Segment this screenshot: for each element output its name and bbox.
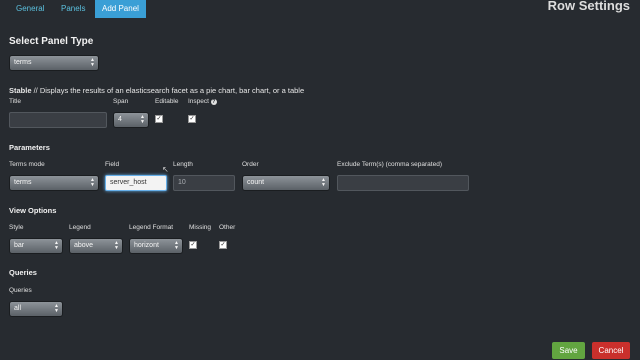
other-label: Other bbox=[219, 224, 236, 231]
order-label: Order bbox=[242, 161, 259, 168]
select-arrows-icon: ▲ ▼ bbox=[114, 240, 119, 251]
length-input[interactable]: 10 bbox=[173, 175, 235, 191]
length-label: Length bbox=[173, 161, 193, 168]
legend-label: Legend bbox=[69, 224, 91, 231]
field-input[interactable]: server_host bbox=[105, 175, 167, 191]
missing-label: Missing bbox=[189, 224, 212, 231]
missing-checkbox[interactable]: ✓ bbox=[189, 241, 197, 249]
cancel-button[interactable]: Cancel bbox=[592, 342, 630, 359]
stable-badge: Stable bbox=[9, 86, 32, 95]
legend-select[interactable]: above ▲ ▼ bbox=[69, 238, 123, 254]
exclude-terms-input[interactable] bbox=[337, 175, 469, 191]
tab-panels[interactable]: Panels bbox=[54, 0, 92, 18]
other-checkbox[interactable]: ✓ bbox=[219, 241, 227, 249]
select-arrows-icon: ▲ ▼ bbox=[90, 57, 95, 68]
queries-value: all bbox=[14, 305, 22, 312]
title-input[interactable] bbox=[9, 112, 107, 128]
editable-checkbox[interactable]: ✓ bbox=[155, 115, 163, 123]
queries-select[interactable]: all ▲ ▼ bbox=[9, 301, 63, 317]
question-circle-icon[interactable]: ? bbox=[210, 99, 217, 105]
style-label: Style bbox=[9, 224, 24, 231]
inspect-label-group: Inspect ? bbox=[188, 98, 217, 105]
title-label: Title bbox=[9, 98, 22, 105]
select-arrows-icon: ▲ ▼ bbox=[54, 303, 59, 314]
parameters-heading: Parameters bbox=[9, 143, 50, 152]
queries-label: Queries bbox=[9, 287, 32, 294]
editable-label: Editable bbox=[155, 98, 179, 105]
terms-mode-value: terms bbox=[14, 179, 32, 186]
panel-description: Stable // Displays the results of an ela… bbox=[9, 86, 304, 95]
mouse-cursor-icon: ↖ bbox=[162, 165, 169, 174]
terms-mode-select[interactable]: terms ▲ ▼ bbox=[9, 175, 99, 191]
select-panel-type-heading: Select Panel Type bbox=[9, 36, 94, 47]
order-value: count bbox=[247, 179, 265, 186]
inspect-label: Inspect bbox=[188, 98, 209, 105]
view-options-heading: View Options bbox=[9, 206, 57, 215]
panel-type-select[interactable]: terms ▲ ▼ bbox=[9, 55, 99, 71]
select-arrows-icon: ▲ ▼ bbox=[321, 177, 326, 188]
inspect-checkbox[interactable]: ✓ bbox=[188, 115, 196, 123]
tab-general[interactable]: General bbox=[9, 0, 51, 18]
span-label: Span bbox=[113, 98, 129, 105]
style-select[interactable]: bar ▲ ▼ bbox=[9, 238, 63, 254]
legend-format-label: Legend Format bbox=[129, 224, 174, 231]
panel-type-value: terms bbox=[14, 59, 32, 66]
span-value: 4 bbox=[118, 116, 122, 123]
span-select[interactable]: 4 ▲ ▼ bbox=[113, 112, 149, 128]
page-title: Row Settings bbox=[547, 0, 630, 13]
legend-format-select[interactable]: horizont ▲ ▼ bbox=[129, 238, 183, 254]
select-arrows-icon: ▲ ▼ bbox=[54, 240, 59, 251]
legend-value: above bbox=[74, 242, 94, 249]
select-arrows-icon: ▲ ▼ bbox=[90, 177, 95, 188]
panel-description-text: // Displays the results of an elasticsea… bbox=[31, 86, 305, 95]
terms-mode-label: Terms mode bbox=[9, 161, 45, 168]
save-button[interactable]: Save bbox=[552, 342, 585, 359]
order-select[interactable]: count ▲ ▼ bbox=[242, 175, 330, 191]
exclude-terms-label: Exclude Term(s) (comma separated) bbox=[337, 161, 442, 168]
select-arrows-icon: ▲ ▼ bbox=[140, 114, 145, 125]
queries-heading: Queries bbox=[9, 268, 37, 277]
tab-add-panel[interactable]: Add Panel bbox=[95, 0, 146, 18]
style-value: bar bbox=[14, 242, 25, 249]
select-arrows-icon: ▲ ▼ bbox=[174, 240, 179, 251]
field-label: Field bbox=[105, 161, 120, 168]
legend-format-value: horizont bbox=[134, 242, 159, 249]
